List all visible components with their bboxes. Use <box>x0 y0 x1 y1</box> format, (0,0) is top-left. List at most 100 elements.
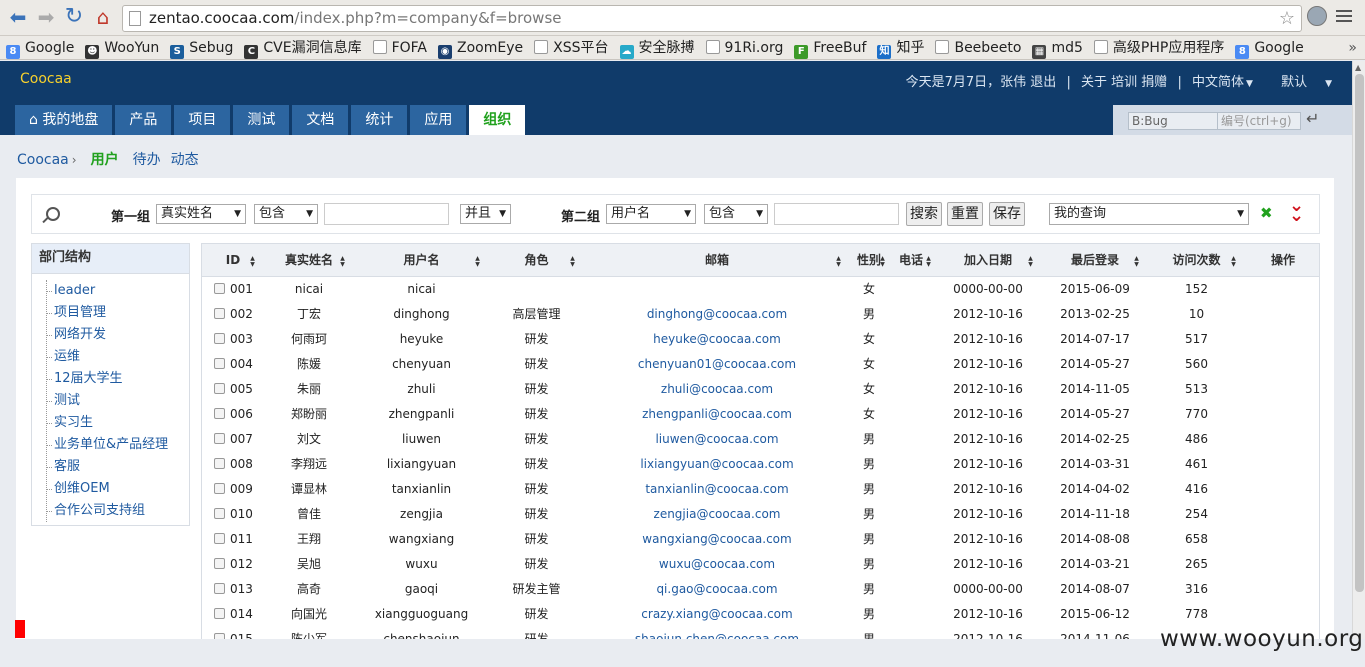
row-checkbox[interactable] <box>214 282 225 294</box>
group2-field-select[interactable]: 用户名 <box>606 204 696 224</box>
department-item[interactable]: 合作公司支持组 <box>47 500 189 522</box>
nav-tab[interactable]: 文档 <box>292 105 349 135</box>
column-header[interactable]: ID ▲▼ <box>202 244 264 277</box>
nav-tab[interactable]: 测试 <box>233 105 290 135</box>
email-cell[interactable]: liuwen@coocaa.com <box>584 426 850 451</box>
bookmark-item[interactable]: XSS平台 <box>528 36 613 59</box>
email-cell[interactable]: tanxianlin@coocaa.com <box>584 476 850 501</box>
sort-icon[interactable]: ▲▼ <box>1230 255 1237 267</box>
email-cell[interactable] <box>584 276 850 301</box>
column-header[interactable]: 性别 ▲▼ <box>850 244 888 277</box>
department-item[interactable]: 项目管理 <box>47 302 189 324</box>
bookmark-item[interactable]: 8 Google <box>0 36 79 59</box>
department-item[interactable]: 业务单位&产品经理 <box>47 434 189 456</box>
address-bar[interactable]: zentao.coocaa.com/index.php?m=company&f=… <box>122 5 1302 32</box>
sort-icon[interactable]: ▲▼ <box>925 255 932 267</box>
save-button[interactable]: 保存 <box>989 202 1025 226</box>
column-header[interactable]: 用户名 ▲▼ <box>354 244 489 277</box>
brand-name[interactable]: Coocaa <box>20 71 72 87</box>
department-item[interactable]: 运维 <box>47 346 189 368</box>
row-checkbox[interactable] <box>214 507 225 519</box>
bookmark-item[interactable]: ◉ ZoomEye <box>432 36 528 59</box>
about-link[interactable]: 关于 <box>1081 75 1107 90</box>
row-checkbox[interactable] <box>214 407 225 419</box>
bookmark-item[interactable]: ☻ WooYun <box>79 36 164 59</box>
sort-icon[interactable]: ▲▼ <box>339 255 346 267</box>
bookmarks-more-icon[interactable]: » <box>1348 36 1357 59</box>
bookmark-item[interactable]: 知知乎 <box>871 36 929 59</box>
enter-icon[interactable]: ↵ <box>1306 109 1319 128</box>
sort-icon[interactable]: ▲▼ <box>879 255 886 267</box>
email-cell[interactable]: lixiangyuan@coocaa.com <box>584 451 850 476</box>
submenu-dynamic[interactable]: 动态 <box>171 152 199 168</box>
department-item[interactable]: leader <box>47 280 189 302</box>
column-header[interactable]: 访问次数 ▲▼ <box>1148 244 1245 277</box>
email-cell[interactable]: chenyuan01@coocaa.com <box>584 351 850 376</box>
nav-tab[interactable]: 项目 <box>174 105 231 135</box>
row-checkbox[interactable] <box>214 332 225 344</box>
email-cell[interactable]: crazy.xiang@coocaa.com <box>584 601 850 626</box>
email-cell[interactable]: dinghong@coocaa.com <box>584 301 850 326</box>
quick-type-select[interactable]: B:Bug <box>1128 112 1226 130</box>
email-cell[interactable]: wuxu@coocaa.com <box>584 551 850 576</box>
group2-operator-select[interactable]: 包含 <box>704 204 768 224</box>
row-checkbox[interactable] <box>214 382 225 394</box>
group1-operator-select[interactable]: 包含 <box>254 204 318 224</box>
nav-tab[interactable]: 组织 <box>469 105 526 135</box>
bookmark-item[interactable]: FOFA <box>367 36 432 59</box>
column-header[interactable]: 电话 ▲▼ <box>888 244 934 277</box>
quick-id-input[interactable]: 编号(ctrl+g) <box>1217 112 1301 130</box>
submenu-todo[interactable]: 待办 <box>133 152 161 168</box>
nav-tab[interactable]: ⌂ 我的地盘 <box>15 105 113 135</box>
globe-icon[interactable] <box>1307 6 1327 26</box>
row-checkbox[interactable] <box>214 557 225 569</box>
row-checkbox[interactable] <box>214 482 225 494</box>
scroll-up-icon[interactable]: ▲ <box>1355 63 1361 72</box>
bookmark-star-icon[interactable]: ☆ <box>1279 6 1295 31</box>
email-cell[interactable]: zengjia@coocaa.com <box>584 501 850 526</box>
back-arrow-icon[interactable]: ⬅ <box>6 5 30 29</box>
bookmark-item[interactable]: 高级PHP应用程序 <box>1088 36 1229 59</box>
forward-arrow-icon[interactable]: ➡ <box>34 5 58 29</box>
department-item[interactable]: 客服 <box>47 456 189 478</box>
search-button[interactable]: 搜索 <box>906 202 942 226</box>
nav-tab[interactable]: 统计 <box>351 105 408 135</box>
reload-icon[interactable]: ↻ <box>62 5 86 29</box>
submenu-users[interactable]: 用户 <box>91 152 119 168</box>
department-item[interactable]: 测试 <box>47 390 189 412</box>
email-cell[interactable]: wangxiang@coocaa.com <box>584 526 850 551</box>
department-item[interactable]: 实习生 <box>47 412 189 434</box>
column-header[interactable]: 最后登录 ▲▼ <box>1042 244 1148 277</box>
bookmark-item[interactable]: 91Ri.org <box>700 36 789 59</box>
email-cell[interactable]: zhengpanli@coocaa.com <box>584 401 850 426</box>
collapse-chevron-icon[interactable]: ⌄ ⌄ <box>1289 197 1304 225</box>
sort-icon[interactable]: ▲▼ <box>1027 255 1034 267</box>
department-item[interactable]: 12届大学生 <box>47 368 189 390</box>
bookmark-item[interactable]: 8 Google <box>1229 36 1308 59</box>
training-link[interactable]: 培训 <box>1111 75 1137 90</box>
row-checkbox[interactable] <box>214 307 225 319</box>
bookmark-item[interactable]: C CVE漏洞信息库 <box>238 36 366 59</box>
nav-tab[interactable]: 产品 <box>115 105 172 135</box>
language-select[interactable]: 中文简体 <box>1192 75 1244 90</box>
row-checkbox[interactable] <box>214 532 225 544</box>
department-item[interactable]: 网络开发 <box>47 324 189 346</box>
bookmark-item[interactable]: S Sebug <box>164 36 238 59</box>
email-cell[interactable]: heyuke@coocaa.com <box>584 326 850 351</box>
row-checkbox[interactable] <box>214 607 225 619</box>
home-icon[interactable]: ⌂ <box>91 5 115 29</box>
bookmark-item[interactable]: F FreeBuf <box>788 36 871 59</box>
row-checkbox[interactable] <box>214 457 225 469</box>
row-checkbox[interactable] <box>214 432 225 444</box>
sort-icon[interactable]: ▲▼ <box>569 255 576 267</box>
my-query-select[interactable]: 我的查询 <box>1049 203 1249 225</box>
delete-query-icon[interactable]: ✖ <box>1260 204 1273 222</box>
sort-icon[interactable]: ▲▼ <box>835 255 842 267</box>
group1-value-input[interactable] <box>324 203 449 225</box>
email-cell[interactable]: zhuli@coocaa.com <box>584 376 850 401</box>
bookmark-item[interactable]: Beebeeto <box>929 36 1026 59</box>
row-checkbox[interactable] <box>214 582 225 594</box>
reset-button[interactable]: 重置 <box>947 202 983 226</box>
donate-link[interactable]: 捐赠 <box>1141 75 1167 90</box>
group2-value-input[interactable] <box>774 203 899 225</box>
